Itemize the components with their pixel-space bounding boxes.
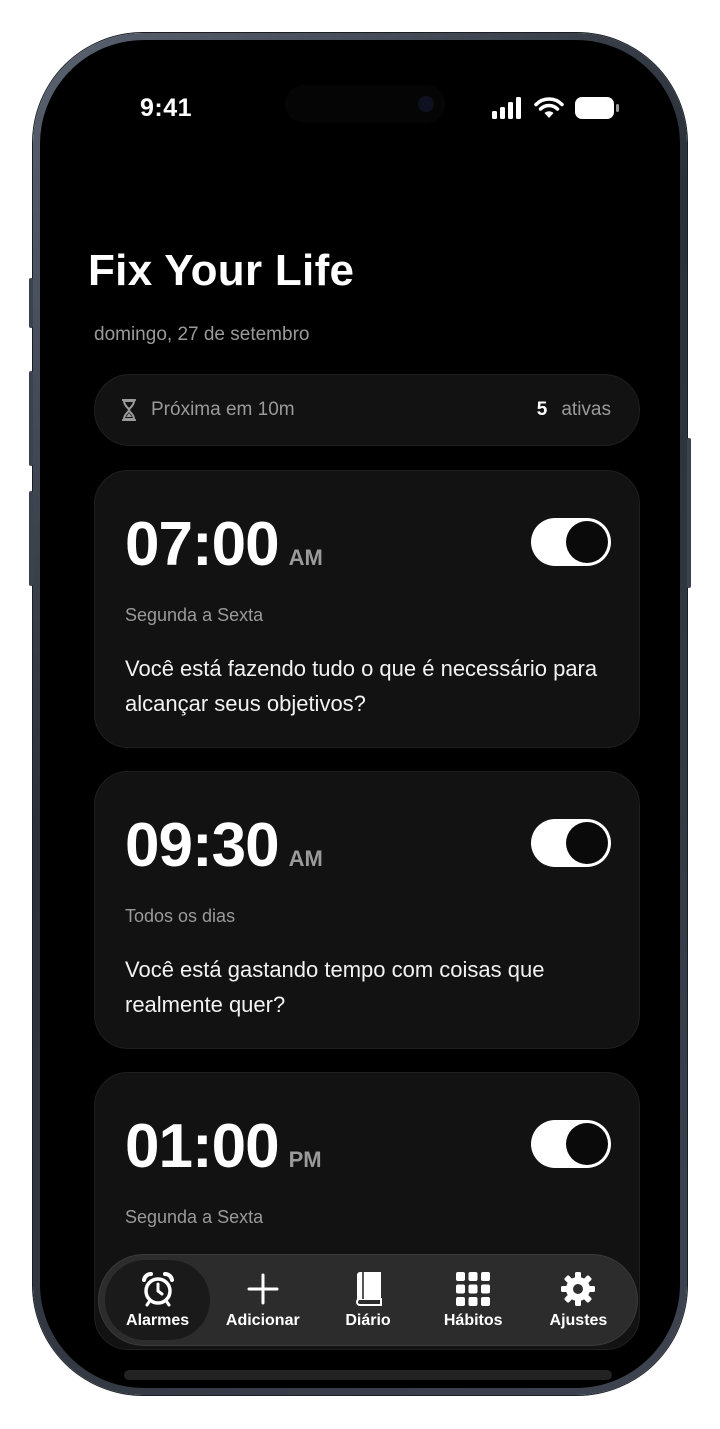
- alarm-time: 01:00 PM: [125, 1111, 322, 1182]
- tab-label: Hábitos: [443, 1312, 503, 1329]
- alarm-time: 09:30 AM: [125, 810, 323, 881]
- current-date: domingo, 27 de setembro: [94, 324, 310, 345]
- tab-alarmes[interactable]: Alarmes: [105, 1260, 211, 1340]
- alarm-time-value: 01:00: [125, 1112, 280, 1181]
- alarm-days: Segunda a Sexta: [125, 1207, 264, 1227]
- volume-up-button: [29, 371, 33, 466]
- phone-frame: 9:41 Fix Your Life domingo, 27 de setemb…: [29, 33, 691, 1395]
- alarm-ampm: PM: [288, 1147, 322, 1172]
- alarm-message: Você está fazendo tudo o que é necessári…: [125, 656, 598, 716]
- alarm-card[interactable]: 07:00 AM Segunda a Sexta Você está fazend…: [94, 470, 640, 748]
- alarm-time: 07:00 AM: [125, 509, 323, 580]
- alarm-days: Todos os dias: [125, 906, 236, 926]
- front-camera: [418, 96, 434, 112]
- power-button: [687, 438, 691, 588]
- phone-screen: 9:41 Fix Your Life domingo, 27 de setemb…: [40, 40, 680, 1388]
- status-icons: [492, 95, 620, 121]
- active-count: 5: [536, 399, 548, 420]
- alarm-toggle[interactable]: [531, 819, 611, 867]
- alarm-days: Segunda a Sexta: [125, 605, 264, 625]
- hourglass-icon: [121, 399, 137, 421]
- tab-label: Alarmes: [126, 1312, 190, 1329]
- toggle-knob: [566, 521, 608, 563]
- alarm-toggle[interactable]: [531, 1120, 611, 1168]
- home-indicator: [124, 1370, 612, 1380]
- next-alarm-label: Próxima em 10m: [151, 399, 295, 420]
- tab-label: Adicionar: [225, 1312, 300, 1329]
- battery-icon: [575, 97, 619, 119]
- alarm-ampm: AM: [288, 545, 323, 570]
- alarm-ampm: AM: [288, 846, 323, 871]
- grid-icon: [454, 1270, 492, 1308]
- next-alarm-summary: Próxima em 10m 5 ativas: [94, 374, 640, 446]
- signal-icon: [492, 97, 521, 119]
- wifi-icon: [534, 97, 564, 118]
- app-title: Fix Your Life: [88, 246, 355, 295]
- alarm-message: Você está gastando tempo com coisas que …: [125, 957, 545, 1017]
- tab-ajustes[interactable]: Ajustes: [526, 1260, 631, 1340]
- book-icon: [349, 1270, 387, 1308]
- tab-diario[interactable]: Diário: [315, 1260, 420, 1340]
- bottom-tab-bar: Alarmes Adicionar Diário Hábitos Ajustes: [98, 1254, 638, 1346]
- active-label: ativas: [561, 399, 611, 420]
- volume-down-button: [29, 491, 33, 586]
- toggle-knob: [566, 1123, 608, 1165]
- toggle-knob: [566, 822, 608, 864]
- tab-adicionar[interactable]: Adicionar: [210, 1260, 315, 1340]
- action-button: [29, 278, 33, 328]
- tab-label: Diário: [345, 1312, 391, 1329]
- alarm-clock-icon: [139, 1270, 177, 1308]
- alarm-time-value: 07:00: [125, 510, 280, 579]
- alarm-time-value: 09:30: [125, 811, 280, 880]
- alarm-toggle[interactable]: [531, 518, 611, 566]
- plus-icon: [244, 1270, 282, 1308]
- gear-icon: [559, 1270, 597, 1308]
- tab-label: Ajustes: [549, 1312, 608, 1329]
- alarm-card[interactable]: 09:30 AM Todos os dias Você está gastando…: [94, 771, 640, 1049]
- status-time: 9:41: [140, 94, 193, 122]
- tab-habitos[interactable]: Hábitos: [421, 1260, 526, 1340]
